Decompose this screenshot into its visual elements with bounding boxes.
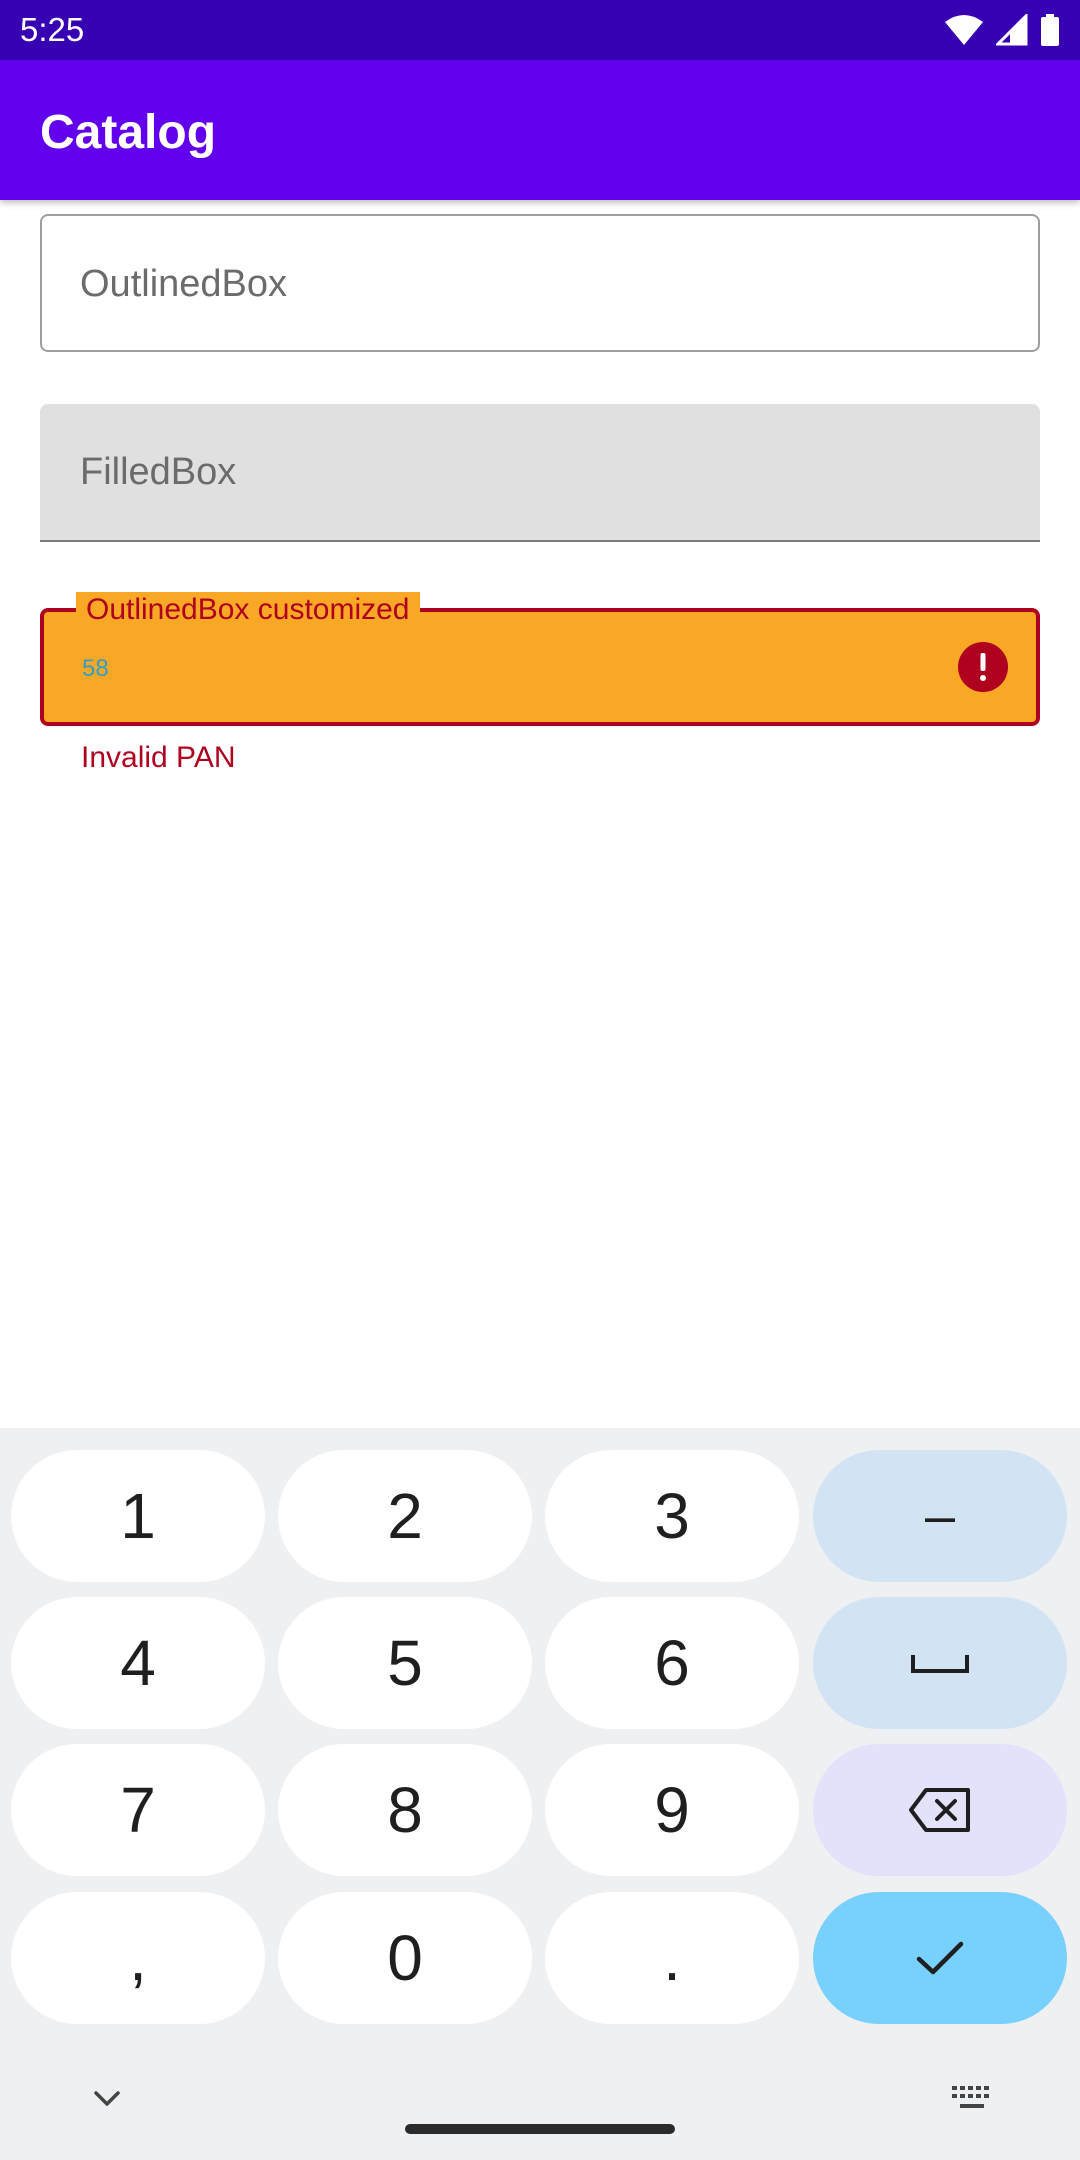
wifi-icon — [945, 15, 983, 45]
outlined-box-customized-value: 58 — [82, 655, 109, 682]
key-2[interactable]: 2 — [278, 1450, 532, 1582]
key-6-label: 6 — [654, 1627, 690, 1699]
key-period[interactable]: . — [545, 1892, 799, 2024]
key-comma[interactable]: , — [11, 1892, 265, 2024]
key-1[interactable]: 1 — [11, 1450, 265, 1582]
keyboard-icon[interactable] — [950, 2084, 994, 2114]
signal-icon — [996, 14, 1028, 46]
status-bar: 5:25 — [0, 0, 1080, 60]
key-8[interactable]: 8 — [278, 1744, 532, 1876]
key-5[interactable]: 5 — [278, 1597, 532, 1729]
key-dash-label: – — [924, 1486, 956, 1546]
key-5-label: 5 — [387, 1627, 423, 1699]
key-3-label: 3 — [654, 1480, 690, 1552]
key-8-label: 8 — [387, 1774, 423, 1846]
key-9[interactable]: 9 — [545, 1744, 799, 1876]
key-dash[interactable]: – — [813, 1450, 1067, 1582]
space-icon — [911, 1655, 969, 1673]
key-comma-label: , — [129, 1922, 147, 1994]
key-3[interactable]: 3 — [545, 1450, 799, 1582]
key-9-label: 9 — [654, 1774, 690, 1846]
key-0[interactable]: 0 — [278, 1892, 532, 2024]
status-time: 5:25 — [20, 11, 85, 48]
key-6[interactable]: 6 — [545, 1597, 799, 1729]
key-confirm[interactable] — [813, 1892, 1067, 2024]
key-backspace[interactable] — [813, 1744, 1067, 1876]
key-1-label: 1 — [120, 1480, 156, 1552]
battery-icon — [1041, 14, 1059, 46]
key-0-label: 0 — [387, 1922, 423, 1994]
key-period-label: . — [663, 1922, 681, 1994]
key-space[interactable] — [813, 1597, 1067, 1729]
key-2-label: 2 — [387, 1480, 423, 1552]
app-bar: Catalog — [0, 60, 1080, 200]
screen: 5:25 Catalog OutlinedBox FilledBox Outli… — [0, 0, 1080, 2160]
outlined-box-field[interactable]: OutlinedBox — [40, 214, 1040, 352]
key-7-label: 7 — [120, 1774, 156, 1846]
outlined-box-customized-field[interactable]: OutlinedBox customized 58 — [40, 592, 1040, 726]
error-icon — [958, 642, 1008, 692]
chevron-down-icon[interactable] — [90, 2082, 124, 2116]
key-4[interactable]: 4 — [11, 1597, 265, 1729]
backspace-icon — [909, 1788, 970, 1832]
status-icons — [944, 12, 1060, 48]
app-title: Catalog — [40, 106, 217, 159]
gesture-nav-handle[interactable] — [405, 2124, 675, 2134]
filled-box-label: FilledBox — [80, 451, 237, 493]
error-helper-text: Invalid PAN — [81, 741, 236, 774]
key-4-label: 4 — [120, 1627, 156, 1699]
outlined-box-label: OutlinedBox — [80, 263, 288, 305]
key-7[interactable]: 7 — [11, 1744, 265, 1876]
filled-box-field[interactable]: FilledBox — [40, 404, 1040, 542]
check-icon — [916, 1941, 964, 1975]
outlined-box-customized-label: OutlinedBox customized — [76, 592, 420, 628]
